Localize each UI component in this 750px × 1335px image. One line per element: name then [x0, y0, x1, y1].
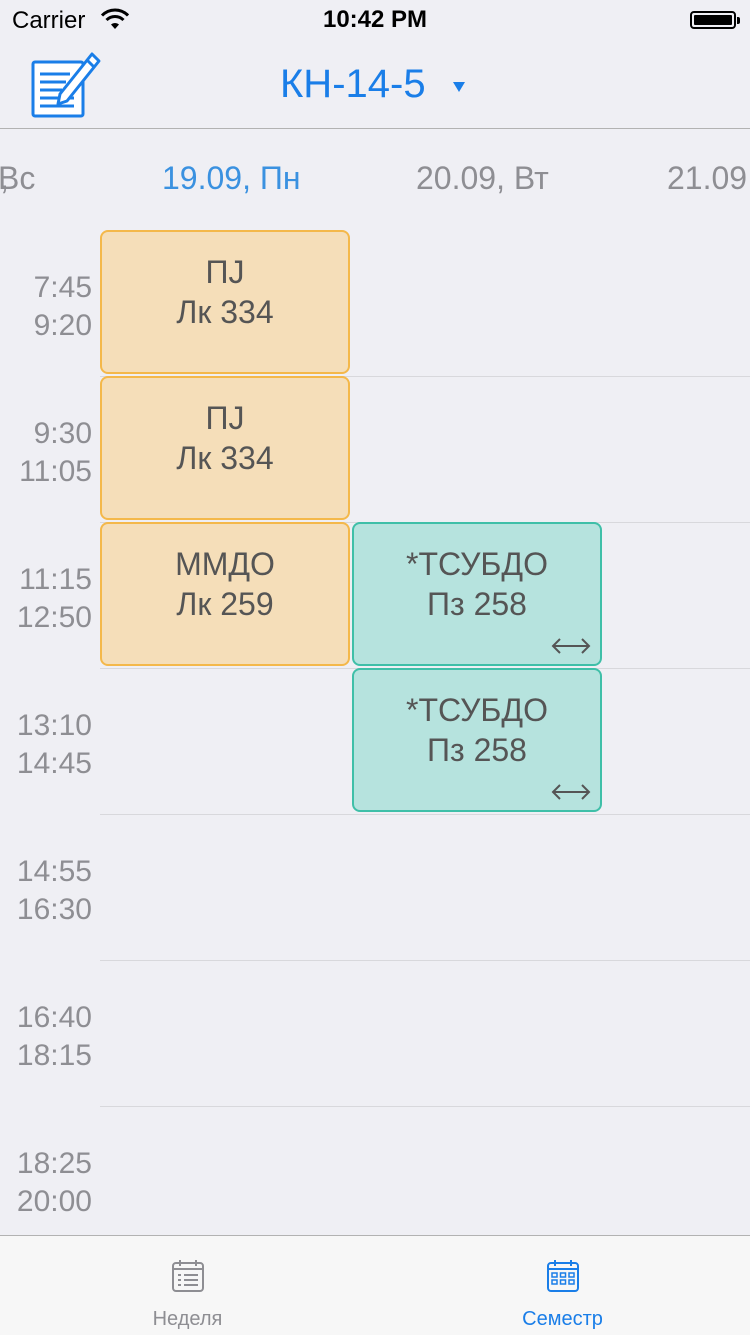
list-calendar-icon: [172, 1260, 204, 1292]
day-header-wed[interactable]: 21.09: [667, 160, 747, 197]
lesson-title: ММДО: [175, 546, 275, 582]
time-slot-5: 14:55 16:30: [0, 853, 92, 929]
lesson-room: Пз 258: [427, 732, 527, 768]
slot-start: 13:10: [16, 709, 92, 742]
slot-start: 16:40: [16, 1001, 92, 1034]
time-slot-6: 16:40 18:15: [0, 999, 92, 1075]
slot-start: 18:25: [16, 1147, 92, 1180]
lesson-room: Лк 259: [176, 586, 274, 622]
nav-bar: КН-14-5: [0, 40, 750, 129]
lesson-title: ПJ: [205, 400, 245, 436]
group-title[interactable]: КН-14-5: [280, 62, 426, 107]
tab-semester[interactable]: Семестр: [375, 1236, 750, 1335]
lesson-room: Лк 334: [176, 294, 274, 330]
slot-start: 14:55: [16, 855, 92, 888]
day-header-tue[interactable]: 20.09, Вт: [416, 160, 549, 197]
slot-start: 7:45: [33, 271, 92, 304]
lesson-card[interactable]: ПJ Лк 334: [100, 230, 350, 374]
grid-line: [100, 1106, 750, 1107]
lesson-room: Пз 258: [427, 586, 527, 622]
tab-week-label: Неделя: [152, 1308, 223, 1330]
time-slot-7: 18:25 20:00: [0, 1145, 92, 1221]
grid-line: [100, 814, 750, 815]
slot-end: 14:45: [16, 747, 92, 780]
time-slot-3: 11:15 12:50: [0, 561, 92, 637]
dropdown-caret-icon[interactable]: [453, 82, 465, 92]
slot-end: 16:30: [16, 893, 92, 926]
time-slot-1: 7:45 9:20: [0, 269, 92, 345]
swap-arrow-icon: [551, 638, 591, 654]
lesson-room: Лк 334: [176, 440, 274, 476]
lesson-title: *ТСУБДО: [406, 692, 548, 728]
lesson-card[interactable]: ПJ Лк 334: [100, 376, 350, 520]
battery-icon: [690, 11, 740, 29]
slot-end: 18:15: [16, 1039, 92, 1072]
slot-start: 11:15: [19, 563, 92, 596]
slot-end: 12:50: [16, 601, 92, 634]
tab-semester-label: Семестр: [522, 1308, 603, 1330]
time-slot-4: 13:10 14:45: [0, 707, 92, 783]
swap-arrow-icon: [551, 784, 591, 800]
lesson-card[interactable]: ММДО Лк 259: [100, 522, 350, 666]
slot-end: 9:20: [33, 309, 92, 342]
time-slot-2: 9:30 11:05: [0, 415, 92, 491]
lesson-card[interactable]: *ТСУБДО Пз 258: [352, 668, 602, 812]
lesson-card[interactable]: *ТСУБДО Пз 258: [352, 522, 602, 666]
status-bar: Carrier 10:42 PM: [0, 0, 750, 40]
day-separator-comma: ,: [0, 160, 9, 196]
grid-line: [100, 960, 750, 961]
day-header-mon[interactable]: 19.09, Пн: [162, 160, 301, 197]
lesson-title: ПJ: [205, 254, 245, 290]
slot-start: 9:30: [33, 417, 92, 450]
slot-end: 20:00: [16, 1185, 92, 1218]
tab-week[interactable]: Неделя: [0, 1236, 375, 1335]
status-time: 10:42 PM: [322, 6, 428, 33]
lesson-title: *ТСУБДО: [406, 546, 548, 582]
grid-calendar-icon: [547, 1260, 579, 1292]
tab-bar: Неделя Семестр: [0, 1235, 750, 1335]
slot-end: 11:05: [19, 455, 92, 488]
compose-icon[interactable]: [30, 48, 102, 120]
